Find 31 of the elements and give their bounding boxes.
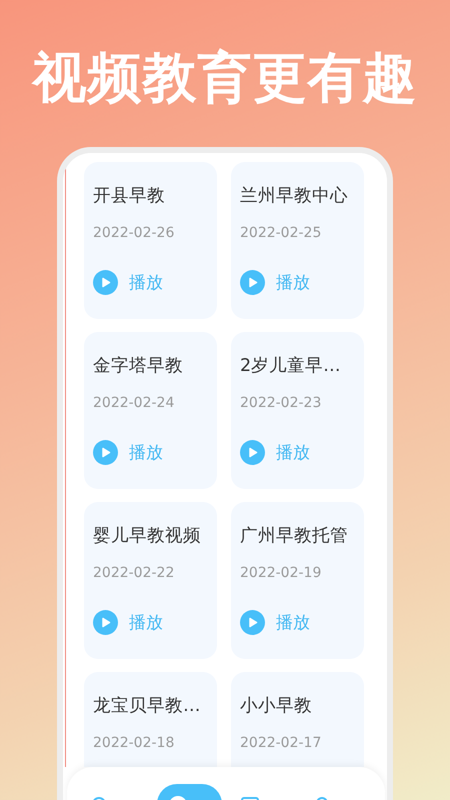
video-title: 兰州早教中心 <box>240 185 349 208</box>
video-card[interactable]: 2岁儿童早… 2022-02-23 播放 <box>231 332 364 489</box>
video-card[interactable]: 广州早教托管 2022-02-19 播放 <box>231 502 364 659</box>
video-date: 2022-02-24 <box>93 394 176 413</box>
play-icon[interactable] <box>240 440 265 465</box>
video-title: 开县早教 <box>93 185 166 208</box>
video-card[interactable]: 开县早教 2022-02-26 播放 <box>84 162 217 319</box>
video-date: 2022-02-18 <box>93 734 176 753</box>
play-icon[interactable] <box>240 610 265 635</box>
video-date: 2022-02-23 <box>240 394 322 413</box>
video-date: 2022-02-25 <box>240 224 322 243</box>
play-icon[interactable] <box>93 440 118 465</box>
play-icon[interactable] <box>240 270 265 295</box>
play-icon[interactable] <box>93 270 118 295</box>
video-title: 小小早教 <box>240 695 313 718</box>
video-title: 龙宝贝早教… <box>93 695 202 718</box>
video-date: 2022-02-26 <box>93 224 176 243</box>
video-card[interactable]: 兰州早教中心 2022-02-25 播放 <box>231 162 364 319</box>
play-icon[interactable] <box>93 610 118 635</box>
video-card[interactable]: 龙宝贝早教… 2022-02-18 <box>84 672 217 767</box>
headline: 视频教育更有趣 <box>30 45 418 111</box>
video-title: 广州早教托管 <box>240 525 349 548</box>
video-date: 2022-02-19 <box>240 564 322 583</box>
video-date: 2022-02-17 <box>240 734 322 753</box>
video-title: 婴儿早教视频 <box>93 525 202 548</box>
video-card[interactable]: 婴儿早教视频 2022-02-22 播放 <box>84 502 217 659</box>
video-date: 2022-02-22 <box>93 564 176 583</box>
video-card[interactable]: 金字塔早教 2022-02-24 播放 <box>84 332 217 489</box>
video-card[interactable]: 小小早教 2022-02-17 <box>231 672 364 767</box>
video-title: 2岁儿童早… <box>240 355 342 378</box>
video-title: 金字塔早教 <box>93 355 184 378</box>
